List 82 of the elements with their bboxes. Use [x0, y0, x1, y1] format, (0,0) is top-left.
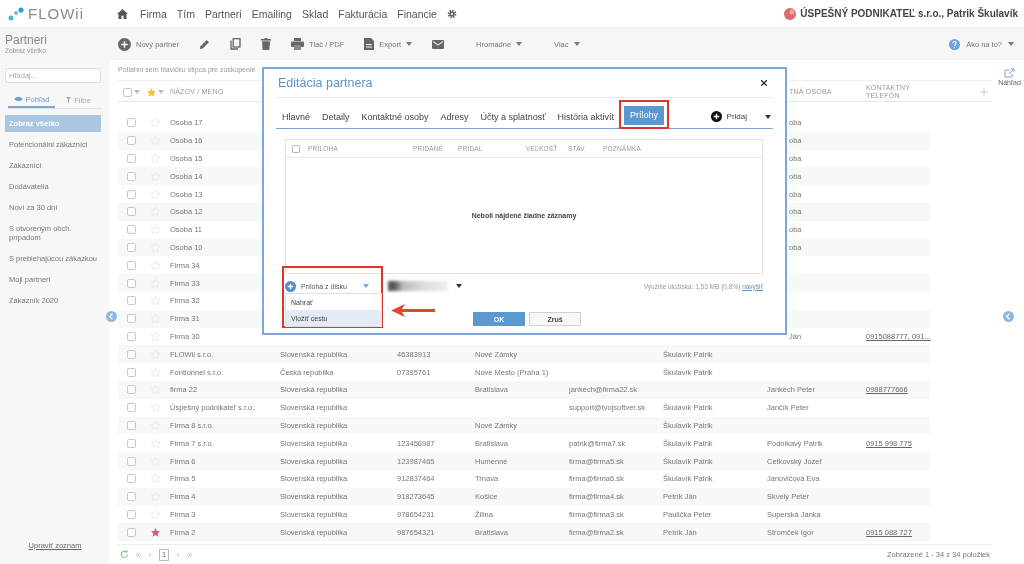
- caret-icon: [134, 90, 140, 94]
- row-checkbox[interactable]: [127, 509, 136, 519]
- delete-button[interactable]: [260, 38, 271, 50]
- first-page-icon[interactable]: [135, 551, 141, 558]
- plus-circle-icon: [710, 111, 722, 122]
- row-checkbox[interactable]: [127, 331, 136, 341]
- checkbox[interactable]: [123, 87, 132, 97]
- row-checkbox[interactable]: [127, 207, 136, 217]
- row-checkbox[interactable]: [127, 474, 136, 484]
- row-checkbox[interactable]: [127, 456, 136, 466]
- dialog-tab[interactable]: Účty a splatnosť: [474, 107, 552, 128]
- nav-link[interactable]: Sklad: [301, 7, 329, 20]
- dialog-tab[interactable]: Kontaktné osoby: [355, 107, 435, 128]
- row-checkbox[interactable]: [127, 296, 136, 306]
- dialog-tab[interactable]: Adresy: [434, 107, 475, 128]
- copy-icon: [229, 38, 241, 50]
- external-edit-icon: [1004, 68, 1015, 78]
- row-checkbox[interactable]: [127, 242, 136, 252]
- page-title: Partneri: [5, 33, 49, 47]
- nav-link[interactable]: Tím: [176, 7, 195, 20]
- dialog-tab[interactable]: Hlavné: [276, 107, 316, 128]
- collapse-right-icon[interactable]: [1003, 311, 1014, 322]
- dialog-title: Editácia partnera: [278, 76, 373, 90]
- envelope-icon: [432, 39, 445, 49]
- row-checkbox[interactable]: [127, 367, 136, 377]
- star-icon[interactable]: [150, 527, 160, 537]
- add-column-icon[interactable]: [980, 88, 988, 96]
- home-icon[interactable]: [117, 8, 128, 19]
- checkbox[interactable]: [292, 144, 300, 153]
- row-checkbox[interactable]: [127, 403, 136, 413]
- nav-link[interactable]: Fakturácia: [338, 7, 388, 20]
- nav-link[interactable]: Financie: [397, 7, 437, 20]
- last-page-icon[interactable]: [187, 551, 194, 558]
- row-checkbox[interactable]: [127, 420, 136, 430]
- caret-icon: [362, 284, 369, 288]
- trash-icon: [260, 38, 271, 50]
- nav-link[interactable]: Partneri: [204, 7, 242, 20]
- row-checkbox[interactable]: [127, 189, 136, 199]
- avatar-icon: [784, 7, 797, 20]
- next-page-icon[interactable]: [175, 551, 182, 558]
- dialog-tab[interactable]: Prílohy: [624, 106, 665, 125]
- row-checkbox[interactable]: [127, 314, 136, 324]
- prev-page-icon[interactable]: [147, 551, 153, 558]
- settings-icon[interactable]: [446, 8, 457, 19]
- redacted-field: [388, 281, 448, 291]
- filter-icon: [66, 97, 72, 103]
- row-checkbox[interactable]: [127, 438, 136, 448]
- star-icon[interactable]: [146, 87, 156, 97]
- pencil-icon: [198, 38, 210, 50]
- collapse-left-icon[interactable]: [106, 311, 117, 322]
- document-icon: [364, 38, 375, 50]
- row-checkbox[interactable]: [127, 136, 136, 146]
- logo-dots-icon: [8, 6, 24, 21]
- nav-link[interactable]: Emailing: [251, 7, 292, 20]
- mail-button[interactable]: [432, 39, 445, 49]
- edit-button[interactable]: [198, 38, 210, 50]
- row-checkbox[interactable]: [127, 225, 136, 235]
- dialog-tab[interactable]: História aktivít: [551, 107, 621, 128]
- logo-text: FLOWii: [28, 5, 84, 22]
- plus-circle-icon: [118, 37, 131, 51]
- annotation-arrow: [391, 304, 435, 317]
- row-checkbox[interactable]: [127, 527, 136, 537]
- account-name[interactable]: ÚSPEŠNÝ PODNIKATEĽ s.r.o., Patrik Škulavík: [800, 8, 1018, 19]
- nav-link[interactable]: Firma: [140, 7, 167, 20]
- add-button[interactable]: Pridaj: [710, 111, 773, 128]
- row-checkbox[interactable]: [127, 118, 136, 128]
- caret-icon: [456, 284, 462, 288]
- dialog-tab[interactable]: Detaily: [316, 107, 356, 128]
- row-checkbox[interactable]: [127, 278, 136, 288]
- row-checkbox[interactable]: [127, 260, 136, 270]
- row-checkbox[interactable]: [127, 154, 136, 163]
- row-checkbox[interactable]: [127, 385, 136, 395]
- caret-icon: [157, 90, 164, 94]
- copy-button[interactable]: [229, 38, 241, 50]
- eye-icon: [13, 96, 23, 102]
- refresh-icon[interactable]: [120, 550, 129, 560]
- row-checkbox[interactable]: [127, 492, 136, 502]
- printer-icon: [290, 38, 304, 50]
- row-checkbox[interactable]: [127, 171, 136, 181]
- close-icon[interactable]: [761, 80, 767, 86]
- row-checkbox[interactable]: [127, 349, 136, 359]
- help-icon: [949, 38, 961, 50]
